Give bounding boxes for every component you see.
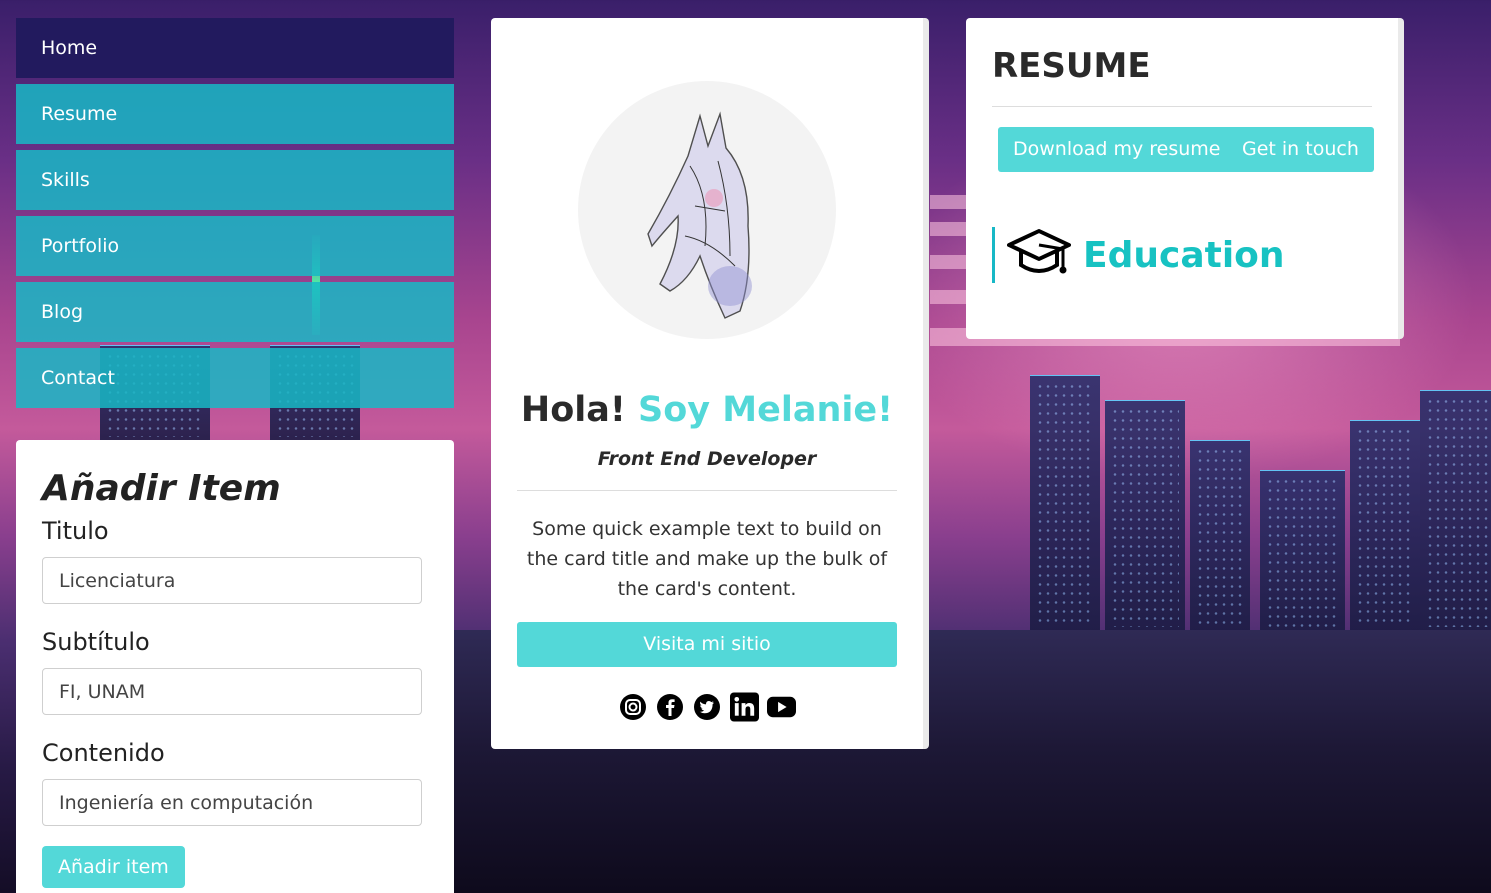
nav-item-blog[interactable]: Blog: [16, 282, 454, 342]
title-field-label: Titulo: [42, 517, 109, 545]
profile-role: Front End Developer: [597, 448, 817, 470]
add-item-button[interactable]: Añadir item: [42, 846, 185, 888]
profile-name: Soy Melanie!: [638, 390, 894, 430]
instagram-icon[interactable]: [619, 692, 648, 721]
nav-item-home[interactable]: Home: [16, 18, 454, 78]
profile-divider: [517, 490, 897, 491]
youtube-icon[interactable]: [766, 692, 796, 721]
resume-card: RESUME Download my resume Get in touch E…: [966, 18, 1404, 339]
twitter-icon[interactable]: [693, 692, 722, 721]
profile-description: Some quick example text to build on the …: [526, 518, 888, 600]
nav-item-contact[interactable]: Contact: [16, 348, 454, 408]
content-input[interactable]: Ingeniería en computación: [42, 779, 422, 826]
subtitle-field-label: Subtítulo: [42, 628, 150, 656]
nav-item-portfolio[interactable]: Portfolio: [16, 216, 454, 276]
social-links: [491, 692, 923, 721]
get-in-touch-button[interactable]: Get in touch: [1227, 127, 1374, 172]
linkedin-icon[interactable]: [729, 692, 759, 721]
education-section-header: Education: [992, 227, 1285, 283]
nav-item-skills[interactable]: Skills: [16, 150, 454, 210]
visit-site-button[interactable]: Visita mi sitio: [517, 622, 897, 667]
resume-title: RESUME: [992, 46, 1151, 86]
content-field-label: Contenido: [42, 739, 165, 767]
education-title: Education: [1083, 234, 1285, 276]
add-item-card: Añadir Item Titulo Licenciatura Subtítul…: [16, 440, 454, 893]
title-input[interactable]: Licenciatura: [42, 557, 422, 604]
greeting: Hola!: [520, 390, 626, 430]
resume-divider: [992, 106, 1372, 107]
profile-card: Hola! Soy Melanie! Front End Developer S…: [491, 18, 929, 749]
main-nav: Home Resume Skills Portfolio Blog Contac…: [16, 18, 454, 414]
subtitle-input[interactable]: FI, UNAM: [42, 668, 422, 715]
download-resume-button[interactable]: Download my resume: [998, 127, 1236, 172]
add-item-title: Añadir Item: [42, 468, 281, 509]
graduation-cap-icon: [1007, 227, 1071, 283]
profile-heading: Hola! Soy Melanie!: [491, 390, 923, 430]
nav-item-resume[interactable]: Resume: [16, 84, 454, 144]
facebook-icon[interactable]: [656, 692, 685, 721]
horse-illustration: [647, 111, 752, 319]
avatar: [578, 81, 836, 339]
